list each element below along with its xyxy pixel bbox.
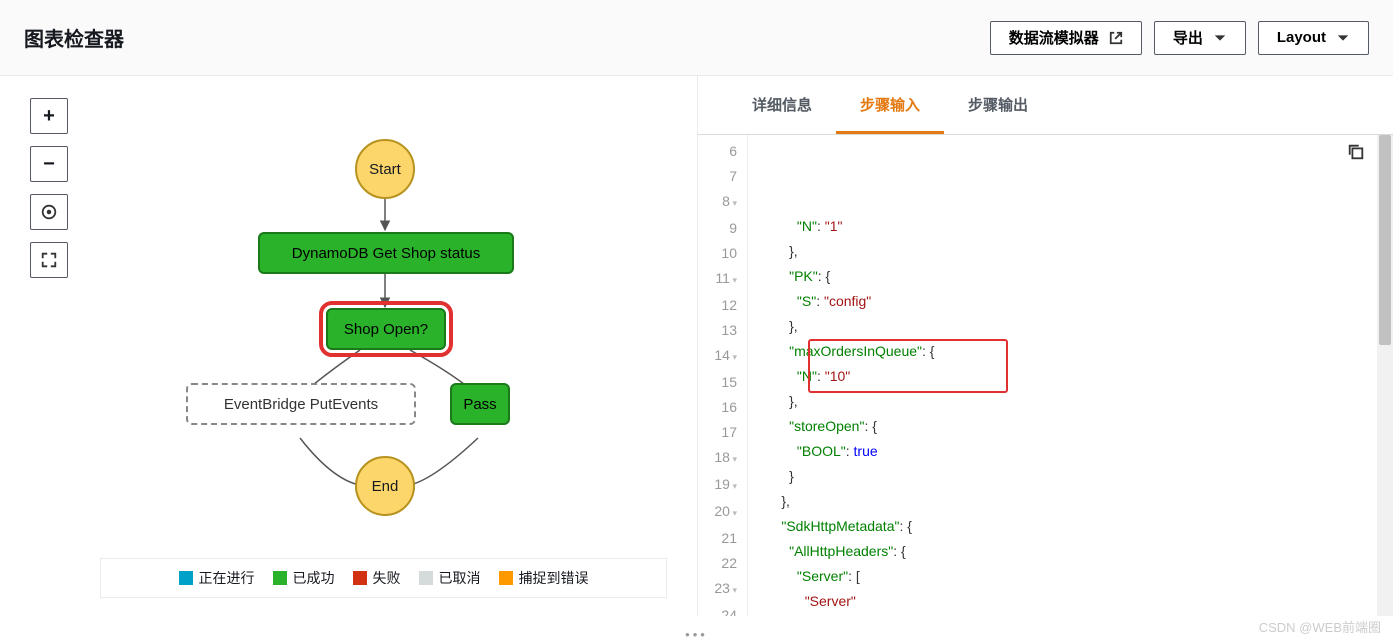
code-line: "PK": { — [758, 264, 1393, 289]
graph-panel: + − Start DynamoDB Get Shop status Shop … — [0, 76, 698, 616]
legend-item: 捕捉到错误 — [499, 568, 589, 588]
scrollbar[interactable] — [1377, 135, 1393, 616]
legend-swatch — [273, 571, 287, 585]
chevron-down-icon — [1213, 31, 1227, 45]
code-source: "N": "1" }, "PK": { "S": "config" }, "ma… — [748, 135, 1393, 616]
simulator-label: 数据流模拟器 — [1009, 27, 1099, 48]
zoom-controls: + − — [30, 98, 68, 278]
legend-item: 已取消 — [419, 568, 481, 588]
gutter: 6789101112131415161718192021222324 — [698, 135, 748, 616]
zoom-center-button[interactable] — [30, 194, 68, 230]
tabs: 详细信息 步骤输入 步骤输出 — [698, 76, 1393, 135]
legend-swatch — [419, 571, 433, 585]
legend-swatch — [353, 571, 367, 585]
code-line: ], — [758, 614, 1393, 616]
code-line: "Server" — [758, 589, 1393, 614]
code-line: } — [758, 464, 1393, 489]
legend-item: 正在进行 — [179, 568, 255, 588]
node-eventbridge[interactable]: EventBridge PutEvents — [186, 383, 416, 425]
legend-swatch — [179, 571, 193, 585]
code-line: "storeOpen": { — [758, 414, 1393, 439]
legend-item: 已成功 — [273, 568, 335, 588]
tab-input[interactable]: 步骤输入 — [836, 76, 944, 134]
legend-label: 失败 — [373, 568, 401, 588]
code-line: }, — [758, 389, 1393, 414]
code-line: }, — [758, 314, 1393, 339]
node-pass[interactable]: Pass — [450, 383, 510, 425]
external-icon — [1109, 31, 1123, 45]
legend-item: 失败 — [353, 568, 401, 588]
chevron-down-icon — [1336, 31, 1350, 45]
code-line: "Server": [ — [758, 564, 1393, 589]
node-shop-open[interactable]: Shop Open? — [326, 308, 446, 350]
legend-label: 已取消 — [439, 568, 481, 588]
target-icon — [40, 203, 58, 221]
scrollbar-thumb[interactable] — [1379, 135, 1391, 345]
zoom-fit-button[interactable] — [30, 242, 68, 278]
header: 图表检查器 数据流模拟器 导出 Layout — [0, 0, 1393, 76]
code-line: "SdkHttpMetadata": { — [758, 514, 1393, 539]
legend: 正在进行 已成功 失败 已取消 捕捉到错误 — [100, 558, 667, 598]
code-line: "maxOrdersInQueue": { — [758, 339, 1393, 364]
code-line: "N": "1" — [758, 214, 1393, 239]
simulator-button[interactable]: 数据流模拟器 — [990, 21, 1142, 55]
code-viewer[interactable]: 6789101112131415161718192021222324 "N": … — [698, 135, 1393, 616]
node-start[interactable]: Start — [355, 139, 415, 199]
watermark: CSDN @WEB前端圈 — [1259, 617, 1381, 636]
code-line: }, — [758, 489, 1393, 514]
code-line: }, — [758, 239, 1393, 264]
vertical-drag-handle[interactable]: ••• — [685, 627, 708, 642]
tab-output[interactable]: 步骤输出 — [944, 76, 1052, 134]
code-line: "N": "10" — [758, 364, 1393, 389]
node-dynamodb[interactable]: DynamoDB Get Shop status — [258, 232, 514, 274]
export-label: 导出 — [1173, 27, 1203, 48]
page-title: 图表检查器 — [24, 23, 124, 52]
legend-label: 捕捉到错误 — [519, 568, 589, 588]
tab-detail[interactable]: 详细信息 — [728, 76, 836, 134]
code-line: "AllHttpHeaders": { — [758, 539, 1393, 564]
panels: + − Start DynamoDB Get Shop status Shop … — [0, 76, 1393, 616]
header-buttons: 数据流模拟器 导出 Layout — [990, 21, 1369, 55]
legend-swatch — [499, 571, 513, 585]
layout-button[interactable]: Layout — [1258, 21, 1369, 55]
copy-button[interactable] — [1347, 143, 1365, 169]
zoom-in-button[interactable]: + — [30, 98, 68, 134]
zoom-out-button[interactable]: − — [30, 146, 68, 182]
expand-icon — [40, 251, 58, 269]
code-line: "S": "config" — [758, 289, 1393, 314]
node-end[interactable]: End — [355, 456, 415, 516]
export-button[interactable]: 导出 — [1154, 21, 1246, 55]
legend-label: 已成功 — [293, 568, 335, 588]
copy-icon — [1347, 143, 1365, 161]
layout-label: Layout — [1277, 29, 1326, 46]
legend-label: 正在进行 — [199, 568, 255, 588]
details-panel: 详细信息 步骤输入 步骤输出 6789101112131415161718192… — [698, 76, 1393, 616]
code-line: "BOOL": true — [758, 439, 1393, 464]
